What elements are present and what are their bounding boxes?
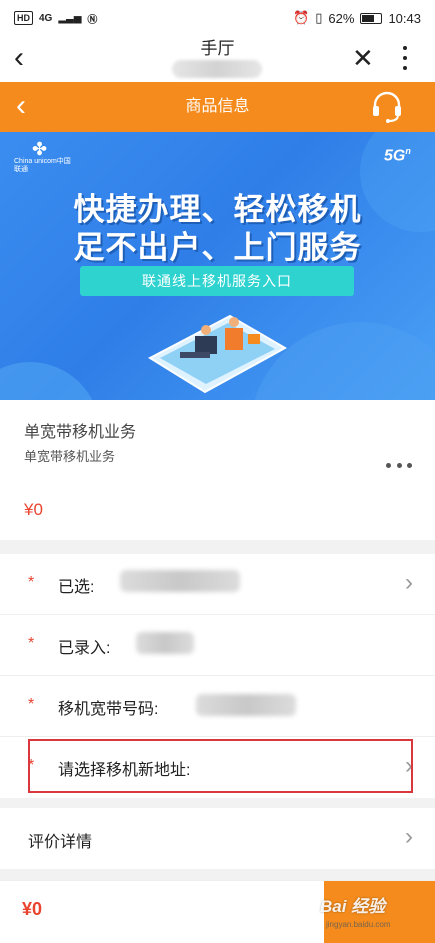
nfc-icon: Ⓝ	[87, 14, 98, 26]
entered-label: 已录入:	[58, 640, 111, 657]
row-entered[interactable]: * 已录入:	[0, 615, 435, 676]
review-details-row[interactable]: 评价详情 ›	[0, 808, 435, 869]
battery-percent: 62%	[328, 10, 355, 26]
5g-badge: 5Gn	[384, 146, 411, 165]
browser-nav: ‹ 手厅 ✕	[0, 36, 435, 82]
battery-icon	[360, 12, 383, 24]
network-label: 4G	[39, 12, 53, 24]
required-mark: *	[28, 635, 35, 652]
status-bar: HD 4G ▂▃▅ Ⓝ ⏰ ▯ 62% 10:43	[0, 0, 435, 36]
watermark-url: jingyan.baidu.com	[326, 920, 391, 929]
redacted-value	[136, 632, 194, 654]
hd-badge: HD	[14, 11, 33, 25]
selected-label: 已选:	[58, 579, 95, 596]
unicom-knot-icon: ✤	[32, 139, 48, 159]
phone-illustration	[147, 314, 288, 394]
alarm-icon: ⏰	[293, 10, 310, 25]
footer-price: ¥0	[22, 899, 43, 919]
required-mark: *	[28, 574, 35, 591]
baidu-watermark: Bai 经验	[320, 897, 386, 916]
review-label: 评价详情	[28, 834, 93, 851]
row-selected[interactable]: * 已选: ›	[0, 554, 435, 615]
browser-close-icon[interactable]: ✕	[352, 44, 374, 72]
product-name: 单宽带移机业务	[24, 424, 137, 441]
product-card: 单宽带移机业务 单宽带移机业务 ¥0	[0, 400, 435, 540]
chevron-right-icon: ›	[405, 823, 413, 850]
row-broadband-number[interactable]: * 移机宽带号码:	[0, 676, 435, 737]
required-mark: *	[28, 696, 35, 713]
app-header: ‹ 商品信息	[0, 82, 435, 132]
highlight-box	[28, 739, 413, 793]
clock: 10:43	[388, 10, 421, 26]
status-right: ⏰ ▯ 62% 10:43	[293, 10, 421, 26]
product-price: ¥0	[24, 500, 43, 519]
vibrate-icon: ▯	[315, 10, 323, 25]
headset-icon[interactable]	[370, 90, 404, 124]
redacted-value	[120, 570, 240, 592]
more-options-icon[interactable]	[386, 460, 412, 470]
product-subtitle: 单宽带移机业务	[24, 449, 116, 464]
status-left: HD 4G ▂▃▅ Ⓝ	[14, 11, 97, 26]
banner-headline-2: 足不出户、上门服务	[73, 230, 362, 265]
broadband-number-label: 移机宽带号码:	[58, 701, 159, 718]
promo-banner[interactable]: ✤ China unicom中国联通 5Gn 快捷办理、轻松移机 足不出户、上门…	[0, 132, 435, 400]
browser-more-icon[interactable]	[398, 44, 412, 72]
redacted-url	[172, 60, 262, 78]
banner-entry-pill[interactable]: 联通线上移机服务入口	[80, 266, 354, 296]
signal-icon: ▂▃▅	[58, 12, 82, 24]
unicom-logo: ✤ China unicom中国联通	[14, 139, 71, 173]
redacted-value	[196, 694, 296, 716]
chevron-right-icon: ›	[405, 569, 413, 596]
